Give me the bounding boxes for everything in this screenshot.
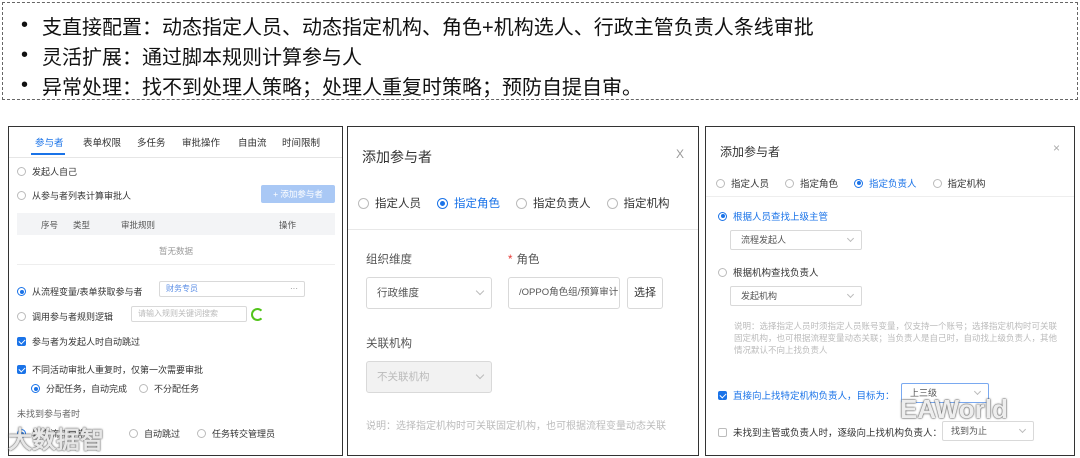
chevron-down-icon [1018,425,1027,434]
tab-form-permissions[interactable]: 表单权限 [83,135,121,149]
tab-participants[interactable]: 参与者 [35,135,64,149]
table-empty-state: 暂无数据 [17,237,335,265]
dialog-note: 说明：选择指定机构时可关联固定机构，也可根据流程变量动态关联 [366,421,666,432]
radio-icon[interactable] [437,197,448,209]
radio-icon[interactable] [516,197,527,209]
add-participant-role-dialog: 添加参与者 X 指定人员 指定角色 指定负责人 指定机构 组织维度 行政维度 *… [347,126,699,456]
tab-approval-actions[interactable]: 审批操作 [182,135,220,149]
checkbox-icon[interactable] [17,337,26,346]
close-icon[interactable]: X [676,147,684,161]
checkbox-icon[interactable] [718,390,727,400]
radio-icon[interactable] [718,267,727,277]
radio-icon[interactable] [129,429,138,438]
dialog-title: 添加参与者 [362,149,432,165]
role-input[interactable]: /OPPO角色组/预算审计 [508,277,620,309]
option-initiator[interactable]: 发起人自己 [17,165,77,178]
radio-icon[interactable] [358,197,369,209]
chevron-down-icon [475,286,485,296]
radio-specified-org[interactable]: 指定机构 [932,176,986,190]
radio-icon[interactable] [854,178,864,188]
participant-type-radios: 指定人员 指定角色 指定负责人 指定机构 [716,176,1002,190]
not-found-label: 未找到参与者时 [17,409,81,419]
option-from-list[interactable]: 从参与者列表计算审批人 [17,189,131,202]
related-org-select[interactable]: 不关联机构 [366,361,492,393]
watermark-right: EAWorld [900,394,1008,424]
radio-icon[interactable] [718,211,727,221]
org-source-select[interactable]: 发起机构 [730,286,862,306]
role-label: * 角色 [508,254,540,266]
checkbox-auto-skip[interactable]: 参与者为发起人时自动跳过 [17,335,140,348]
radio-specified-role[interactable]: 指定角色 [785,176,838,190]
person-source-select[interactable]: 流程发起人 [730,230,862,250]
radio-icon[interactable] [139,384,148,393]
option-find-org-manager[interactable]: 根据机构查找负责人 [718,265,819,279]
watermark-left: 大数据智 [8,427,104,454]
tab-time-limit[interactable]: 时间限制 [282,135,320,149]
participant-type-radios: 指定人员 指定角色 指定负责人 指定机构 [358,195,686,211]
variable-input[interactable]: 财务专员 ··· [159,281,305,297]
choose-role-button[interactable]: 选择 [627,277,663,309]
option-rule-logic[interactable]: 调用参与者规则逻辑 [17,310,113,323]
checkbox-icon[interactable] [17,365,26,374]
radio-specified-person[interactable]: 指定人员 [716,176,769,190]
radio-specified-role[interactable]: 指定角色 [437,195,500,211]
org-dimension-label: 组织维度 [366,254,412,266]
radio-icon[interactable] [17,287,26,296]
feature-summary-box: • 支直接配置：动态指定人员、动态指定机构、角色+机构选人、行政主管负责人条线审批… [2,2,1078,100]
radio-icon[interactable] [785,178,795,188]
option-find-supervisor[interactable]: 根据人员查找上级主管 [718,209,828,223]
radio-icon[interactable] [716,178,725,188]
refresh-icon[interactable] [251,308,264,321]
option-assign-auto-complete[interactable]: 分配任务，自动完成 [31,382,127,395]
checkbox-icon[interactable] [718,427,727,437]
related-org-label: 关联机构 [366,338,412,350]
radio-icon[interactable] [31,384,40,393]
add-participant-manager-dialog: 添加参与者 × 指定人员 指定角色 指定负责人 指定机构 根据人员查找上级主管 … [705,126,1075,456]
tab-multi-task[interactable]: 多任务 [137,135,166,149]
bullet-direct-config: • 支直接配置：动态指定人员、动态指定机构、角色+机构选人、行政主管负责人条线审批 [21,14,814,39]
org-dimension-select[interactable]: 行政维度 [366,277,492,309]
radio-specified-manager[interactable]: 指定负责人 [516,195,591,211]
radio-specified-person[interactable]: 指定人员 [358,195,421,211]
tab-free-flow[interactable]: 自由流 [238,135,267,149]
dialog-note: 说明：选择指定人员时须指定人员账号变量，仅支持一个账号；选择指定机构时可关联固定… [734,321,1058,355]
dialog-title: 添加参与者 [720,145,781,159]
option-from-variable[interactable]: 从流程变量/表单获取参与者 [17,285,143,298]
radio-specified-org[interactable]: 指定机构 [606,195,670,211]
close-icon[interactable]: × [1053,141,1060,155]
radio-icon[interactable] [606,197,618,209]
participant-settings-panel: 参与者 表单权限 多任务 审批操作 自由流 时间限制 发起人自己 从参与者列表计… [8,126,343,456]
bullet-exception-handling: • 异常处理：找不到处理人策略；处理人重复时策略；预防自提自审。 [21,74,643,99]
radio-specified-manager[interactable]: 指定负责人 [854,176,917,190]
checkbox-not-found[interactable]: 未找到主管或负责人时，逐级向上找机构负责人： [718,425,942,439]
radio-icon[interactable] [197,429,206,438]
bullet-flexible-extension: • 灵活扩展：通过脚本规则计算参与人 [21,44,363,69]
option-transfer-admin[interactable]: 任务转交管理员 [197,427,275,440]
checkbox-find-up[interactable]: 直接向上找特定机构负责人，目标为： [718,388,895,402]
option-no-assign[interactable]: 不分配任务 [139,382,199,395]
active-tab-indicator [31,153,65,155]
participant-table-header: 序号 类型 审批规则 操作 [17,213,335,235]
radio-icon[interactable] [932,178,942,188]
chevron-down-icon [475,370,485,380]
more-icon[interactable]: ··· [290,282,298,296]
rule-search-input[interactable]: 请输入规则关键词搜索 [131,306,247,322]
option-auto-skip[interactable]: 自动跳过 [129,427,180,440]
add-participant-button[interactable]: + 添加参与者 [261,185,335,203]
chevron-down-icon [846,290,855,299]
chevron-down-icon [846,234,855,243]
radio-icon[interactable] [17,167,26,176]
checkbox-repeat-approval[interactable]: 不同活动审批人重复时，仅第一次需要审批 [17,363,203,376]
radio-icon[interactable] [17,312,26,321]
radio-icon[interactable] [17,191,26,200]
